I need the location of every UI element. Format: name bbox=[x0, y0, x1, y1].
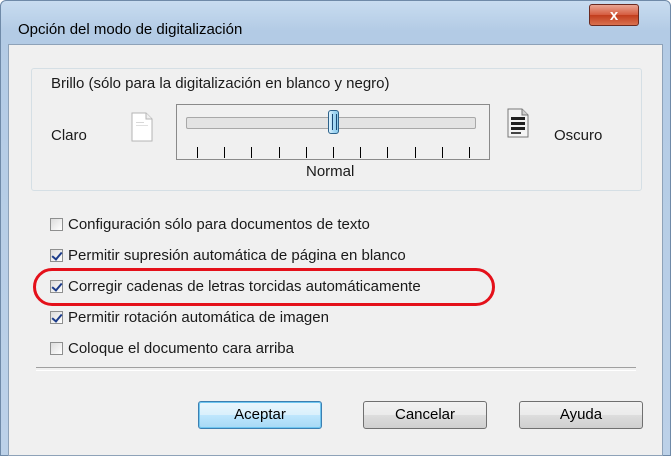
checkbox[interactable] bbox=[50, 218, 63, 231]
highlight-annotation bbox=[33, 268, 495, 306]
slider-tick bbox=[306, 147, 307, 158]
slider-tick bbox=[197, 147, 198, 158]
slider-tick bbox=[387, 147, 388, 158]
checkbox[interactable] bbox=[50, 311, 63, 324]
accept-button[interactable]: Aceptar bbox=[198, 401, 322, 429]
brightness-group-title: Brillo (sólo para la digitalización en b… bbox=[49, 75, 392, 92]
option-label: Permitir rotación automática de imagen bbox=[68, 309, 329, 326]
dark-page-icon bbox=[507, 108, 529, 138]
option-label: Configuración sólo para documentos de te… bbox=[68, 216, 370, 233]
slider-tick bbox=[224, 147, 225, 158]
checkbox[interactable] bbox=[50, 342, 63, 355]
normal-label: Normal bbox=[306, 163, 355, 180]
close-button[interactable]: x bbox=[589, 4, 639, 26]
cancel-button[interactable]: Cancelar bbox=[363, 401, 487, 429]
option-label: Coloque el documento cara arriba bbox=[68, 340, 294, 357]
slider-tick bbox=[415, 147, 416, 158]
dark-label: Oscuro bbox=[554, 127, 603, 144]
slider-tick bbox=[333, 147, 334, 158]
slider-tick bbox=[251, 147, 252, 158]
checkbox[interactable] bbox=[50, 249, 63, 262]
close-icon: x bbox=[609, 7, 619, 24]
light-page-icon bbox=[131, 112, 153, 142]
slider-tick bbox=[279, 147, 280, 158]
brightness-slider-thumb[interactable] bbox=[328, 110, 339, 134]
separator bbox=[36, 367, 636, 371]
dialog-title: Opción del modo de digitalización bbox=[18, 21, 243, 38]
help-button[interactable]: Ayuda bbox=[519, 401, 643, 429]
light-label: Claro bbox=[51, 127, 87, 144]
slider-thumb-grip bbox=[332, 114, 337, 130]
slider-tick bbox=[442, 147, 443, 158]
slider-tick bbox=[360, 147, 361, 158]
option-label: Permitir supresión automática de página … bbox=[68, 247, 406, 264]
slider-tick bbox=[469, 147, 470, 158]
